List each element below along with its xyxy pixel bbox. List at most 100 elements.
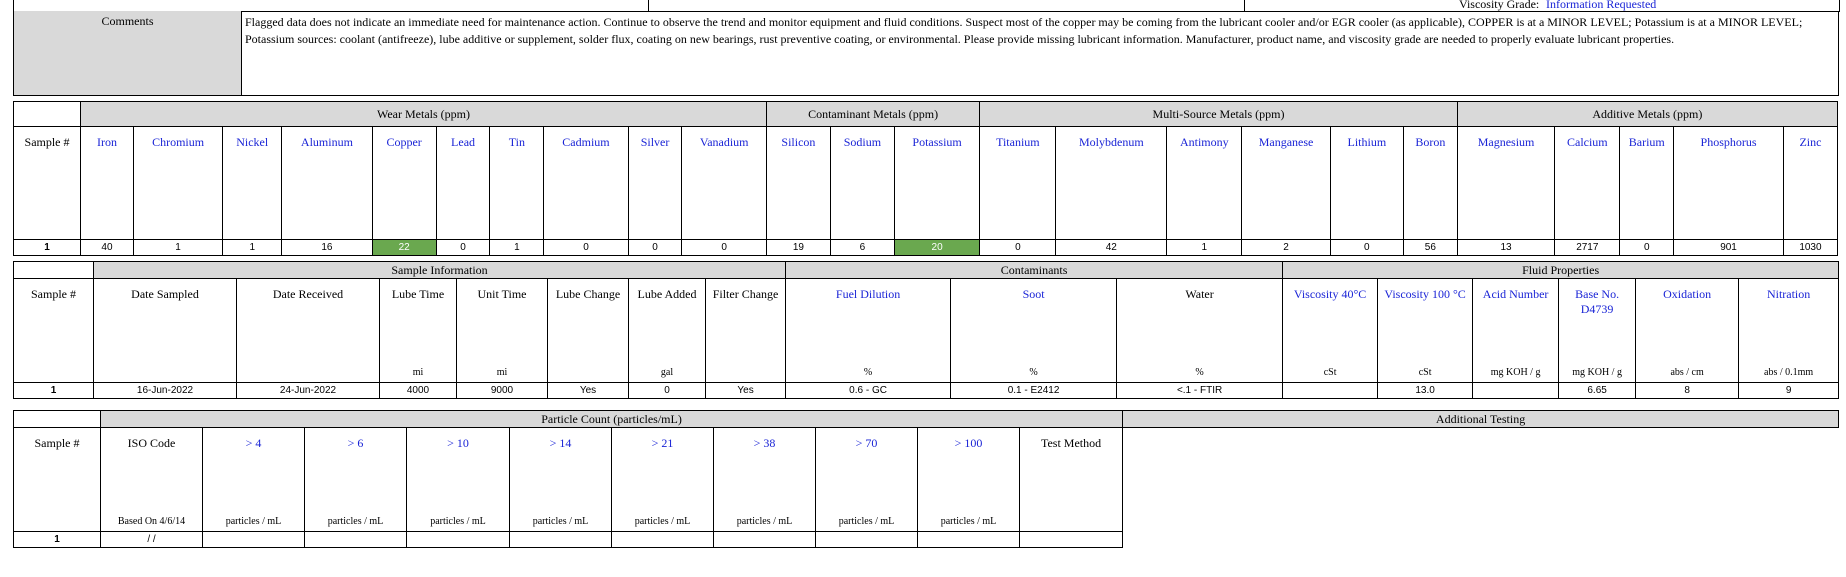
metal-value-lithium: 0	[1329, 239, 1404, 256]
metal-value-iron: 40	[80, 239, 134, 256]
metal-header-vanadium: Vanadium	[681, 126, 767, 240]
info-header-soot: Soot%	[950, 278, 1118, 383]
info-header-date-received: Date Received	[236, 278, 380, 383]
particle-value-21	[611, 531, 714, 548]
comments-text: Flagged data does not indicate an immedi…	[241, 11, 1839, 96]
metal-header-manganese: Manganese	[1241, 126, 1331, 240]
metal-header-antimony: Antimony	[1166, 126, 1243, 240]
additive-metals-header: Additive Metals (ppm)	[1456, 101, 1839, 127]
particle-header-label: > 6	[347, 436, 364, 450]
particle-group-blank	[13, 410, 101, 428]
info-header-fuel-dilution: Fuel Dilution%	[785, 278, 952, 383]
metal-header-sodium: Sodium	[829, 126, 895, 240]
metal-header-cadmium: Cadmium	[543, 126, 629, 240]
particle-header-10: > 10 particles / mL	[406, 427, 510, 532]
info-header-unit: %	[1195, 367, 1204, 378]
info-value-date-received: 24-Jun-2022	[236, 382, 380, 399]
info-header-oxidation: Oxidation abs / cm	[1635, 278, 1740, 383]
info-header-unit-time: Unit Time mi	[456, 278, 548, 383]
particle-header-test-method: Test Method	[1018, 427, 1124, 532]
particle-header-label: > 38	[753, 436, 776, 450]
sample-number: 1	[12, 239, 82, 256]
info-header-unit: abs / cm	[1670, 367, 1704, 378]
metal-header-silver: Silver	[627, 126, 683, 240]
metal-value-zinc: 1030	[1782, 239, 1839, 256]
info-value-acid-number	[1472, 382, 1560, 399]
particle-header-unit: particles / mL	[532, 516, 589, 527]
particle-header-100: > 100 particles / mL	[917, 427, 1020, 532]
metal-header-phosphorus: Phosphorus	[1673, 126, 1784, 240]
info-value-soot: 0.1 - E2412	[950, 382, 1118, 399]
comments-label: Comments	[13, 11, 242, 96]
metal-value-manganese: 2	[1241, 239, 1331, 256]
metal-value-aluminum: 16	[281, 239, 373, 256]
particle-header-label: > 14	[549, 436, 572, 450]
particle-header-unit: particles / mL	[225, 516, 282, 527]
sample-number: 1	[13, 531, 101, 548]
metal-header-aluminum: Aluminum	[281, 126, 373, 240]
info-header-unit: abs / 0.1mm	[1764, 367, 1814, 378]
wear-metals-header: Wear Metals (ppm)	[80, 101, 767, 127]
info-header-lube-added: Lube Added gal	[628, 278, 706, 383]
info-value-lube-change: Yes	[547, 382, 629, 399]
particle-header-label: > 21	[651, 436, 674, 450]
particle-header-label: > 10	[447, 436, 469, 450]
info-header-label: Soot	[1022, 287, 1045, 301]
particle-header-label: > 4	[245, 436, 262, 450]
metal-header-potassium: Potassium	[893, 126, 981, 240]
metal-header-iron: Iron	[80, 126, 134, 240]
sample-number-header: Sample #	[13, 278, 94, 383]
metal-header-titanium: Titanium	[979, 126, 1057, 240]
info-value-oxidation: 8	[1635, 382, 1740, 399]
info-header-unit: %	[1029, 367, 1038, 378]
metal-value-barium: 0	[1619, 239, 1675, 256]
metal-header-lithium: Lithium	[1329, 126, 1404, 240]
info-value-base-no-d4739: 6.65	[1558, 382, 1637, 399]
info-header-unit: mg KOH / g	[1572, 367, 1622, 378]
particle-header-unit: particles / mL	[838, 516, 895, 527]
metal-header-magnesium: Magnesium	[1456, 126, 1556, 240]
info-header-label: Lube Time	[391, 287, 445, 301]
info-header-label: Oxidation	[1663, 287, 1712, 301]
particle-header-label: Test Method	[1040, 436, 1102, 450]
particle-value-10	[406, 531, 510, 548]
metal-header-barium: Barium	[1619, 126, 1675, 240]
info-value-water: <.1 - FTIR	[1116, 382, 1284, 399]
particle-value-70	[815, 531, 918, 548]
particle-value-38	[713, 531, 816, 548]
particle-header-unit: particles / mL	[736, 516, 793, 527]
metal-value-silicon: 19	[765, 239, 831, 256]
info-value-fuel-dilution: 0.6 - GC	[785, 382, 952, 399]
info-value-unit-time: 9000	[456, 382, 548, 399]
info-header-unit: gal	[660, 367, 674, 378]
info-value-nitration: 9	[1738, 382, 1840, 399]
info-value-date-sampled: 16-Jun-2022	[93, 382, 237, 399]
particle-value-iso-code: / /	[100, 531, 203, 548]
metal-header-boron: Boron	[1402, 126, 1458, 240]
particle-count-table: Particle Count (particles/mL) Additional…	[13, 410, 1840, 548]
info-header-unit: mi	[412, 367, 424, 378]
info-header-label: Date Sampled	[131, 287, 199, 301]
particle-header-label: ISO Code	[127, 436, 176, 450]
info-header-label: Viscosity 40°C	[1293, 287, 1367, 301]
info-header-base-no-d4739: Base No. D4739 mg KOH / g	[1558, 278, 1637, 383]
metal-value-chromium: 1	[132, 239, 224, 256]
metal-value-antimony: 1	[1166, 239, 1243, 256]
metal-value-potassium: 20	[893, 239, 981, 256]
info-header-label: Acid Number	[1482, 287, 1549, 301]
metal-value-silver: 0	[627, 239, 683, 256]
info-header-nitration: Nitration abs / 0.1mm	[1738, 278, 1840, 383]
particle-header-unit: particles / mL	[327, 516, 384, 527]
info-value-lube-added: 0	[628, 382, 706, 399]
info-header-label: Base No. D4739	[1575, 287, 1620, 316]
metal-header-silicon: Silicon	[765, 126, 831, 240]
metal-value-cadmium: 0	[543, 239, 629, 256]
info-header-label: Lube Change	[555, 287, 621, 301]
particle-value-14	[509, 531, 612, 548]
metal-header-chromium: Chromium	[132, 126, 224, 240]
comments-table: Comments Flagged data does not indicate …	[13, 11, 1839, 96]
sample-info-table: Sample Information Contaminants Fluid Pr…	[13, 261, 1840, 399]
info-header-label: Water	[1185, 287, 1214, 301]
info-value-filter-change: Yes	[704, 382, 787, 399]
metal-header-molybdenum: Molybdenum	[1055, 126, 1168, 240]
